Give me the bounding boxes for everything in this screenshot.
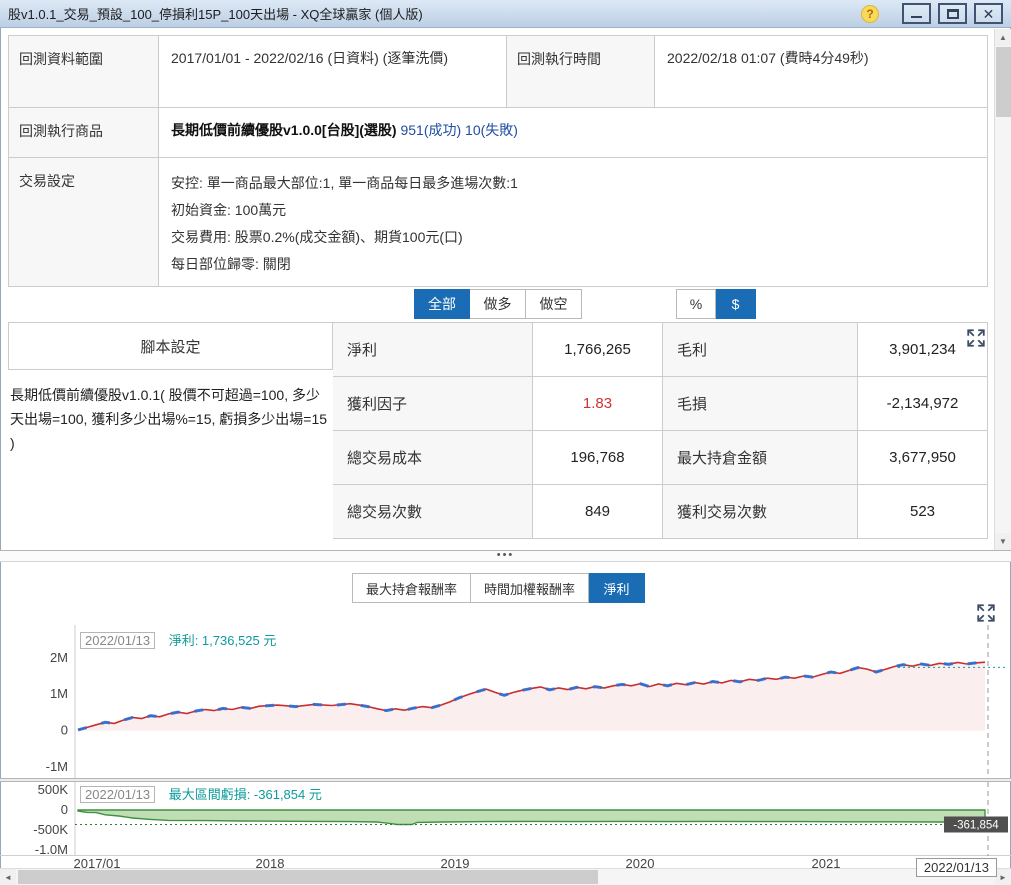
run-time-value: 2022/02/18 01:07 (費時4分49秒): [655, 36, 987, 107]
tab-percent[interactable]: %: [676, 289, 716, 319]
script-settings-text: 長期低價前續優股v1.0.1( 股價不可超過=100, 多少天出場=100, 獲…: [10, 387, 328, 451]
expand-chart-icon[interactable]: [976, 603, 996, 623]
total-cost-value: 196,768: [533, 431, 663, 485]
winning-trades-value: 523: [858, 485, 988, 539]
scroll-down-icon[interactable]: ▼: [995, 533, 1011, 550]
script-settings-header: 腳本設定: [8, 322, 333, 370]
strategy-name: 長期低價前續優股v1.0.0[台股](選股): [171, 122, 397, 138]
total-cost-label: 總交易成本: [333, 431, 533, 485]
script-panel: 腳本設定 長期低價前續優股v1.0.1( 股價不可超過=100, 多少天出場=1…: [8, 322, 333, 455]
gross-loss-value: -2,134,972: [858, 377, 988, 431]
splitter-handle-icon: •••: [496, 549, 515, 561]
expand-stats-icon[interactable]: [966, 328, 986, 348]
data-range-label: 回測資料範圍: [9, 36, 159, 107]
svg-text:0: 0: [61, 723, 68, 738]
symbol-value: 長期低價前續優股v1.0.0[台股](選股) 951(成功) 10(失敗): [159, 108, 987, 157]
initial-capital-line: 初始資金: 100萬元: [171, 202, 287, 218]
run-time-label: 回測執行時間: [506, 36, 655, 107]
trade-settings-value: 安控: 單一商品最大部位:1, 單一商品每日最多進場次數:1 初始資金: 100…: [159, 158, 987, 286]
tab-short[interactable]: 做空: [526, 289, 582, 319]
svg-text:-1.0M: -1.0M: [35, 842, 68, 856]
svg-text:1M: 1M: [50, 686, 68, 701]
winning-trades-label: 獲利交易次數: [663, 485, 858, 539]
tab-net-profit[interactable]: 淨利: [589, 573, 646, 603]
daily-flat-line: 每日部位歸零: 關閉: [171, 256, 291, 272]
unit-toggle-tabs: % $: [676, 289, 756, 319]
close-button[interactable]: ✕: [974, 3, 1003, 24]
backtest-window: 股v1.0.1_交易_預設_100_停損利15P_100天出場 - XQ全球贏家…: [0, 0, 1011, 885]
net-profit-annotation: 2022/01/13 淨利: 1,736,525 元: [80, 630, 276, 649]
maximize-button[interactable]: [938, 3, 967, 24]
profit-factor-label: 獲利因子: [333, 377, 533, 431]
backtest-info-table: 回測資料範圍 2017/01/01 - 2022/02/16 (日資料) (逐筆…: [8, 35, 988, 287]
total-trades-value: 849: [533, 485, 663, 539]
annotation-date: 2022/01/13: [80, 786, 156, 803]
tab-long[interactable]: 做多: [470, 289, 526, 319]
window-title: 股v1.0.1_交易_預設_100_停損利15P_100天出場 - XQ全球贏家…: [8, 7, 423, 22]
max-position-value: 3,677,950: [858, 431, 988, 485]
symbol-label: 回測執行商品: [9, 108, 159, 157]
tabs-row: 全部 做多 做空 % $: [0, 289, 1011, 319]
vertical-scrollbar[interactable]: ▲ ▼: [994, 29, 1011, 550]
drawdown-annotation: 2022/01/13 最大區間虧損: -361,854 元: [80, 784, 322, 803]
risk-control-line: 安控: 單一商品最大部位:1, 單一商品每日最多進場次數:1: [171, 175, 518, 191]
svg-text:500K: 500K: [38, 782, 69, 797]
tab-all[interactable]: 全部: [414, 289, 470, 319]
trade-settings-label: 交易設定: [9, 158, 159, 286]
annotation-date: 2022/01/13: [80, 632, 156, 649]
data-range-value: 2017/01/01 - 2022/02/16 (日資料) (逐筆洗價): [159, 36, 507, 107]
total-trades-label: 總交易次數: [333, 485, 533, 539]
fees-line: 交易費用: 股票0.2%(成交金額)、期貨100元(口): [171, 229, 463, 245]
scroll-right-icon[interactable]: ►: [995, 869, 1011, 885]
minimize-icon: [911, 10, 922, 18]
max-position-label: 最大持倉金額: [663, 431, 858, 485]
scroll-up-icon[interactable]: ▲: [995, 29, 1011, 46]
tab-time-weighted-return[interactable]: 時間加權報酬率: [471, 573, 590, 603]
table-row: 回測執行商品 長期低價前續優股v1.0.0[台股](選股) 951(成功) 10…: [9, 108, 987, 158]
svg-text:-1M: -1M: [46, 759, 68, 774]
pane-splitter[interactable]: •••: [0, 550, 1011, 562]
svg-text:2M: 2M: [50, 650, 68, 665]
maximize-icon: [946, 8, 959, 19]
vertical-scrollbar-thumb[interactable]: [996, 47, 1011, 117]
stats-table: 淨利 1,766,265 毛利 3,901,234 獲利因子 1.83 毛損 -…: [333, 322, 988, 539]
success-count-link[interactable]: 951(成功): [400, 122, 461, 138]
chart-tabs: 最大持倉報酬率 時間加權報酬率 淨利: [352, 573, 646, 603]
table-row: 交易設定 安控: 單一商品最大部位:1, 單一商品每日最多進場次數:1 初始資金…: [9, 158, 987, 286]
fail-count-link[interactable]: 10(失敗): [465, 122, 518, 138]
svg-text:-500K: -500K: [33, 822, 68, 837]
table-row: 回測資料範圍 2017/01/01 - 2022/02/16 (日資料) (逐筆…: [9, 36, 987, 108]
close-icon: ✕: [982, 5, 995, 22]
svg-text:-361,854: -361,854: [953, 820, 999, 832]
minimize-button[interactable]: [902, 3, 931, 24]
scroll-left-icon[interactable]: ◄: [0, 869, 16, 885]
horizontal-scrollbar-thumb[interactable]: [18, 870, 598, 884]
gross-profit-label: 毛利: [663, 323, 858, 377]
cursor-date-box: 2022/01/13: [915, 858, 997, 877]
annotation-value: 淨利: 1,736,525 元: [168, 633, 277, 648]
net-profit-value: 1,766,265: [533, 323, 663, 377]
titlebar[interactable]: 股v1.0.1_交易_預設_100_停損利15P_100天出場 - XQ全球贏家…: [0, 0, 1011, 28]
gross-loss-label: 毛損: [663, 377, 858, 431]
horizontal-scrollbar[interactable]: ◄ ►: [0, 868, 1011, 885]
annotation-value: 最大區間虧損: -361,854 元: [168, 787, 322, 802]
net-profit-label: 淨利: [333, 323, 533, 377]
tab-dollar[interactable]: $: [716, 289, 756, 319]
tab-max-position-return[interactable]: 最大持倉報酬率: [352, 573, 472, 603]
profit-factor-value: 1.83: [533, 377, 663, 431]
direction-filter-tabs: 全部 做多 做空: [414, 289, 582, 319]
svg-text:0: 0: [61, 802, 68, 817]
help-icon[interactable]: ?: [861, 4, 879, 23]
